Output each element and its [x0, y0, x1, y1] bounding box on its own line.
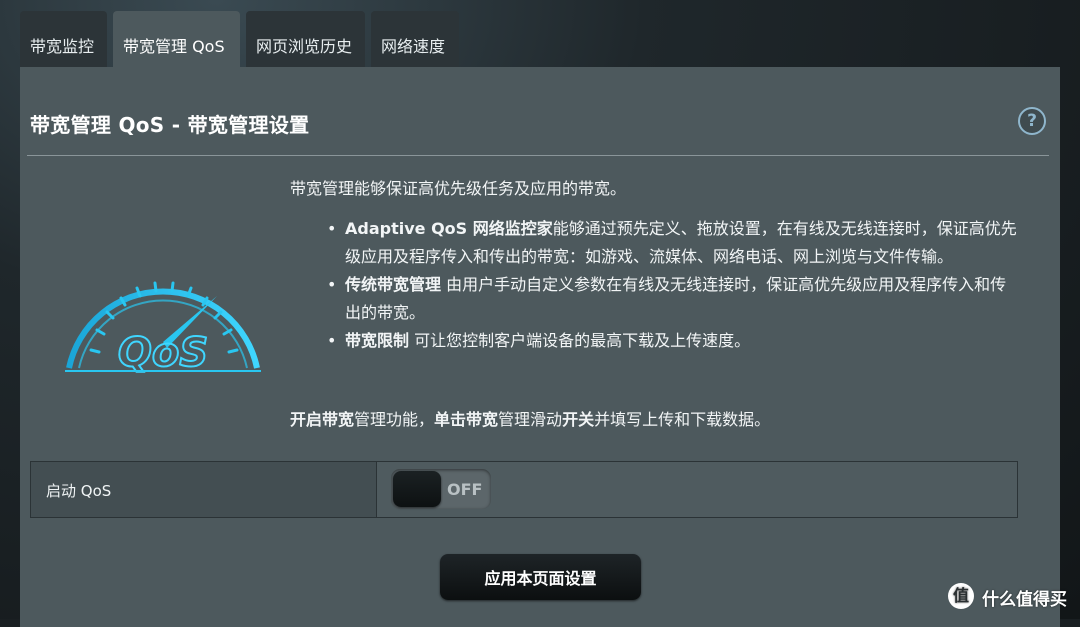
watermark-logo-icon: 值: [948, 583, 974, 609]
tab-web-history[interactable]: 网页浏览历史: [246, 11, 365, 67]
page-title: 带宽管理 QoS - 带宽管理设置: [30, 113, 310, 137]
closing-bold: 单击带宽: [434, 410, 499, 429]
bullet-icon: •: [327, 219, 337, 238]
closing-bold: 开启带宽: [290, 410, 355, 429]
toggle-state-label: OFF: [447, 480, 483, 499]
bullet-icon: •: [327, 331, 337, 350]
feature-name: 带宽限制: [345, 331, 410, 350]
enable-qos-toggle[interactable]: OFF: [391, 469, 491, 509]
toggle-knob[interactable]: [393, 471, 441, 507]
tab-bandwidth-monitor[interactable]: 带宽监控: [20, 11, 107, 67]
title-divider: [27, 155, 1049, 156]
closing-instruction: 开启带宽管理功能，单击带宽管理滑动开关并填写上传和下载数据。: [290, 406, 770, 430]
qos-speedometer-logo: QoS: [65, 281, 261, 374]
bullet-icon: •: [327, 275, 337, 294]
feature-name: Adaptive QoS 网络监控家: [345, 219, 553, 238]
feature-description: 可让您控制客户端设备的最高下载及上传速度。: [414, 331, 751, 350]
enable-qos-label: 启动 QoS: [31, 462, 377, 517]
qos-logo-text: QoS: [118, 330, 208, 374]
tab-network-speed[interactable]: 网络速度: [371, 11, 459, 67]
watermark-text: 什么值得买: [982, 590, 1067, 610]
list-item: • 带宽限制 可让您控制客户端设备的最高下载及上传速度。: [327, 327, 1017, 355]
closing-text: 管理滑动: [498, 410, 563, 429]
closing-text: 并填写上传和下载数据。: [594, 410, 771, 429]
feature-name: 传统带宽管理: [345, 275, 442, 294]
feature-list: • Adaptive QoS 网络监控家能够通过预先定义、拖放设置，在有线及无线…: [327, 215, 1017, 355]
list-item: • Adaptive QoS 网络监控家能够通过预先定义、拖放设置，在有线及无线…: [327, 215, 1017, 271]
help-icon[interactable]: ?: [1018, 107, 1046, 135]
tab-qos[interactable]: 带宽管理 QoS: [113, 11, 240, 67]
qos-settings-panel: 带宽管理 QoS - 带宽管理设置 ? QoS 带宽管理能够保证高优先级任务及应…: [20, 67, 1060, 627]
closing-bold: 开关: [562, 410, 595, 429]
feature-description: 由用户手动自定义参数在有线及无线连接时，保证高优先级应用及程序传入和传出的带宽。: [345, 275, 1007, 322]
list-item: • 传统带宽管理 由用户手动自定义参数在有线及无线连接时，保证高优先级应用及程序…: [327, 271, 1017, 327]
apply-settings-button[interactable]: 应用本页面设置: [440, 554, 641, 600]
closing-text: 管理功能，: [354, 410, 435, 429]
intro-text: 带宽管理能够保证高优先级任务及应用的带宽。: [290, 179, 627, 198]
enable-qos-row: 启动 QoS OFF: [30, 461, 1018, 518]
